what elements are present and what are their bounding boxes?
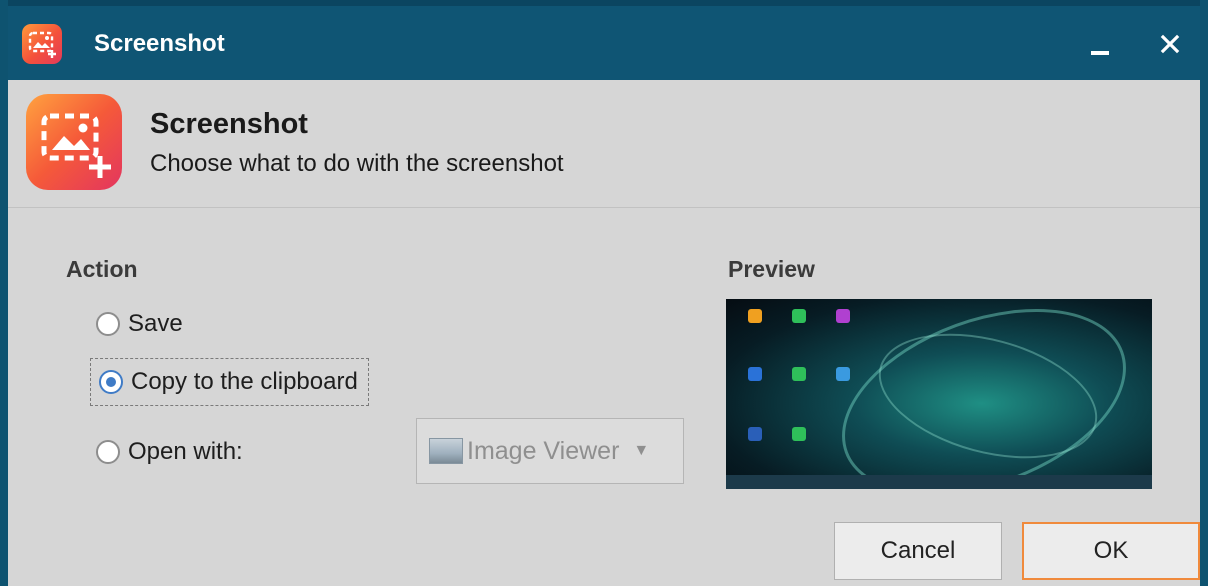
preview-section-label: Preview <box>728 256 815 282</box>
dialog-header: Screenshot Choose what to do with the sc… <box>8 80 1200 208</box>
copy-to-clipboard-radio[interactable] <box>99 370 123 394</box>
open-with-radio[interactable] <box>96 440 120 464</box>
chevron-down-icon: ▼ <box>633 442 650 459</box>
preview-desktop-icon <box>748 427 762 441</box>
preview-desktop-icon <box>836 309 850 323</box>
save-option-label: Save <box>128 310 183 337</box>
preview-taskbar <box>726 475 1152 489</box>
close-icon <box>1160 34 1180 54</box>
save-option[interactable]: Save <box>96 310 183 338</box>
screenshot-dialog: Screenshot Screenshot Choose what to do … <box>0 0 1208 586</box>
action-section-label: Action <box>66 256 138 282</box>
copy-to-clipboard-label: Copy to the clipboard <box>131 368 358 395</box>
preview-desktop-icon <box>792 309 806 323</box>
header-subtitle: Choose what to do with the screenshot <box>150 150 564 177</box>
preview-desktop-icon <box>748 309 762 323</box>
minimize-button[interactable] <box>1078 22 1122 66</box>
open-with-option[interactable]: Open with: <box>96 438 243 466</box>
open-with-app-value: Image Viewer <box>467 436 620 465</box>
window-title: Screenshot <box>94 30 225 57</box>
screenshot-app-icon <box>26 94 122 190</box>
preview-desktop-icon <box>748 367 762 381</box>
minimize-icon <box>1091 51 1109 55</box>
copy-to-clipboard-option[interactable]: Copy to the clipboard <box>90 358 369 406</box>
open-with-app-select[interactable]: Image Viewer ▼ <box>416 418 684 484</box>
screenshot-preview <box>726 299 1152 489</box>
ok-button[interactable]: OK <box>1022 522 1200 580</box>
preview-desktop-icon <box>836 367 850 381</box>
open-with-label: Open with: <box>128 438 243 465</box>
screenshot-app-icon <box>22 24 62 64</box>
save-radio[interactable] <box>96 312 120 336</box>
preview-desktop-icon <box>792 367 806 381</box>
header-title: Screenshot <box>150 108 308 140</box>
title-bar[interactable]: Screenshot <box>8 0 1200 80</box>
preview-desktop-icon <box>792 427 806 441</box>
close-button[interactable] <box>1148 22 1192 66</box>
cancel-button[interactable]: Cancel <box>834 522 1002 580</box>
image-viewer-icon <box>429 438 463 464</box>
